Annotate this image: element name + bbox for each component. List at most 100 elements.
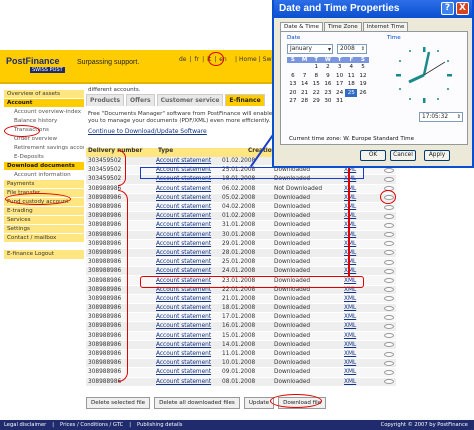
calendar-day[interactable]: 25 bbox=[345, 88, 358, 98]
tab-time-zone[interactable]: Time Zone bbox=[323, 22, 362, 31]
type-link[interactable]: Account statement bbox=[156, 369, 222, 375]
tab-products[interactable]: Products bbox=[86, 94, 125, 106]
sidebar-item-account[interactable]: Account bbox=[4, 98, 84, 108]
delete-all-button[interactable]: Delete all downloaded files bbox=[154, 397, 240, 409]
type-link[interactable]: Account statement bbox=[156, 268, 222, 274]
row-select-radio[interactable] bbox=[384, 278, 394, 284]
format-link[interactable]: XML bbox=[344, 314, 380, 320]
calendar-day[interactable]: 7 bbox=[299, 72, 311, 81]
type-link[interactable]: Account statement bbox=[156, 195, 222, 201]
month-select[interactable]: January bbox=[287, 44, 333, 54]
calendar-day[interactable]: 18 bbox=[345, 80, 357, 89]
calendar-day[interactable]: 6 bbox=[287, 72, 299, 81]
tab-date-time[interactable]: Date & Time bbox=[280, 22, 323, 31]
cancel-button[interactable]: Cancel bbox=[390, 150, 416, 161]
prices-link[interactable]: Prices / Conditions / GTC bbox=[60, 422, 123, 428]
row-select-radio[interactable] bbox=[384, 333, 394, 339]
format-link[interactable]: XML bbox=[344, 333, 380, 339]
sidebar-item-retirement-savings-account-3a[interactable]: Retirement savings account 3a bbox=[4, 143, 84, 153]
type-link[interactable]: Account statement bbox=[156, 342, 222, 348]
calendar-day[interactable]: 9 bbox=[322, 72, 334, 81]
calendar-day[interactable]: 22 bbox=[310, 89, 322, 98]
publishing-link[interactable]: Publishing details bbox=[137, 422, 182, 428]
format-link[interactable]: XML bbox=[344, 342, 380, 348]
type-link[interactable]: Account statement bbox=[156, 314, 222, 320]
row-select-radio[interactable] bbox=[384, 222, 394, 228]
calendar-day[interactable]: 31 bbox=[334, 97, 346, 106]
type-link[interactable]: Account statement bbox=[156, 241, 222, 247]
type-link[interactable]: Account statement bbox=[156, 250, 222, 256]
home-link[interactable]: Home bbox=[239, 56, 257, 63]
calendar-day[interactable]: 14 bbox=[299, 80, 311, 89]
lang-de[interactable]: de bbox=[178, 56, 188, 63]
tab-internet-time[interactable]: Internet Time bbox=[362, 22, 409, 31]
type-link[interactable]: Account statement bbox=[156, 213, 222, 219]
type-link[interactable]: Account statement bbox=[156, 333, 222, 339]
calendar-day[interactable]: 5 bbox=[357, 63, 369, 72]
type-link[interactable]: Account statement bbox=[156, 296, 222, 302]
tab-customer-service[interactable]: Customer service bbox=[156, 94, 224, 106]
type-link[interactable]: Account statement bbox=[156, 204, 222, 210]
sidebar-item-e-trading[interactable]: E-trading bbox=[4, 206, 84, 216]
legal-link[interactable]: Legal disclaimer bbox=[4, 422, 46, 428]
row-select-radio[interactable] bbox=[384, 296, 394, 302]
row-select-radio[interactable] bbox=[384, 204, 394, 210]
sidebar-item-download-documents[interactable]: Download documents bbox=[4, 161, 84, 171]
row-select-radio[interactable] bbox=[384, 369, 394, 375]
calendar-day[interactable]: 21 bbox=[299, 89, 311, 98]
format-link[interactable]: XML bbox=[344, 360, 380, 366]
sidebar-item-account-information[interactable]: Account information bbox=[4, 170, 84, 180]
calendar-day[interactable]: 19 bbox=[357, 80, 369, 89]
row-select-radio[interactable] bbox=[384, 351, 394, 357]
calendar-day[interactable]: 30 bbox=[322, 97, 334, 106]
calendar-day[interactable]: 13 bbox=[287, 80, 299, 89]
calendar-day[interactable]: 29 bbox=[310, 97, 322, 106]
postfinance-logo[interactable]: PostFinance bbox=[6, 56, 60, 66]
format-link[interactable]: XML bbox=[344, 351, 380, 357]
row-select-radio[interactable] bbox=[384, 360, 394, 366]
sidebar-item-account-overview-index[interactable]: Account overview-index bbox=[4, 107, 84, 117]
sidebar-item-payments[interactable]: Payments bbox=[4, 179, 84, 189]
tab-offers[interactable]: Offers bbox=[126, 94, 155, 106]
lang-fr[interactable]: fr bbox=[194, 56, 201, 63]
type-link[interactable]: Account statement bbox=[156, 232, 222, 238]
format-link[interactable]: XML bbox=[344, 305, 380, 311]
calendar-day[interactable]: 11 bbox=[345, 72, 357, 81]
row-select-radio[interactable] bbox=[384, 241, 394, 247]
type-link[interactable]: Account statement bbox=[156, 379, 222, 385]
calendar-day[interactable]: 12 bbox=[357, 72, 369, 81]
help-icon[interactable]: ? bbox=[441, 2, 454, 15]
delete-selected-button[interactable]: Delete selected file bbox=[86, 397, 151, 409]
sidebar-item-overview-of-assets[interactable]: Overview of assets bbox=[4, 90, 84, 99]
sidebar-item-balance-history[interactable]: Balance history bbox=[4, 116, 84, 126]
sidebar-item-contact-mailbox[interactable]: Contact / mailbox bbox=[4, 233, 84, 243]
row-select-radio[interactable] bbox=[384, 250, 394, 256]
format-link[interactable]: XML bbox=[344, 323, 380, 329]
calendar-day[interactable]: 15 bbox=[310, 80, 322, 89]
calendar-day[interactable]: 3 bbox=[334, 63, 346, 72]
calendar-day[interactable]: 16 bbox=[322, 80, 334, 89]
calendar-day[interactable]: 26 bbox=[357, 89, 369, 98]
row-select-radio[interactable] bbox=[384, 379, 394, 385]
type-link[interactable]: Account statement bbox=[156, 305, 222, 311]
type-link[interactable]: Account statement bbox=[156, 222, 222, 228]
row-select-radio[interactable] bbox=[384, 323, 394, 329]
calendar-day[interactable]: 23 bbox=[322, 89, 334, 98]
ok-button[interactable]: OK bbox=[360, 150, 386, 161]
sidebar-item-e-deposits[interactable]: E-Deposits bbox=[4, 152, 84, 162]
row-select-radio[interactable] bbox=[384, 305, 394, 311]
calendar-day[interactable]: 24 bbox=[334, 89, 346, 98]
type-link[interactable]: Account statement bbox=[156, 259, 222, 265]
time-field[interactable]: 17:05:32 bbox=[419, 112, 463, 122]
row-select-radio[interactable] bbox=[384, 259, 394, 265]
sidebar-item-services[interactable]: Services bbox=[4, 215, 84, 225]
logout-link[interactable]: E-finance Logout bbox=[4, 250, 84, 259]
type-link[interactable]: Account statement bbox=[156, 360, 222, 366]
tab-e-finance[interactable]: E-finance bbox=[225, 94, 265, 106]
type-link[interactable]: Account statement bbox=[156, 351, 222, 357]
type-link[interactable]: Account statement bbox=[156, 186, 222, 192]
download-software-link[interactable]: Continue to Download/Update Software bbox=[88, 128, 207, 135]
sidebar-item-settings[interactable]: Settings bbox=[4, 224, 84, 234]
calendar-day[interactable]: 20 bbox=[287, 89, 299, 98]
format-link[interactable]: XML bbox=[344, 379, 380, 385]
